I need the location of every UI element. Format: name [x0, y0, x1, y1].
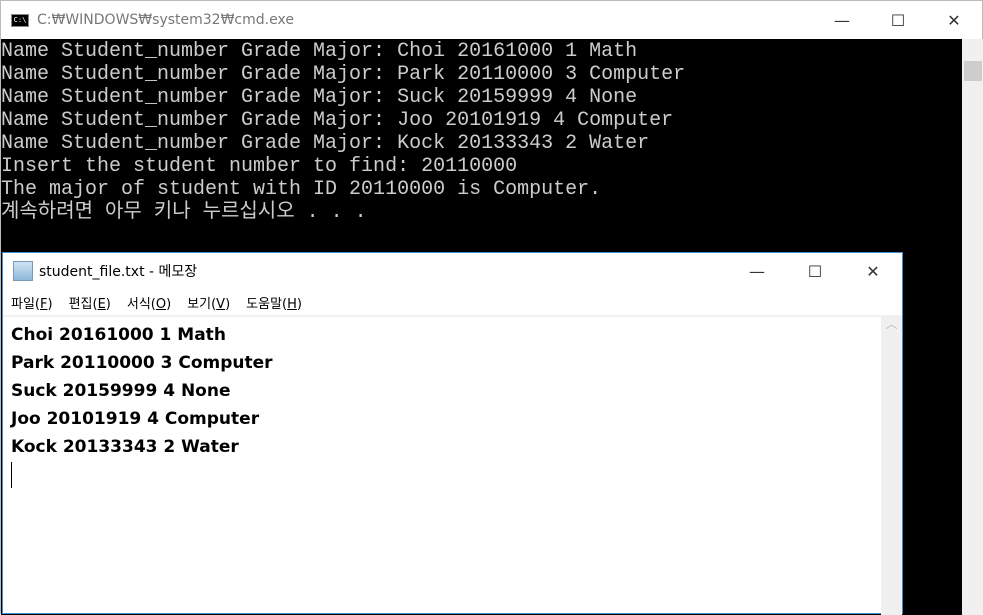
menu-key: H	[287, 296, 297, 312]
console-line: Name Student_number Grade Major: Choi 20…	[1, 40, 638, 63]
cmd-scrollbar[interactable]	[962, 39, 983, 615]
text-line: Joo 20101919 4 Computer	[11, 409, 260, 429]
menu-label: 도움말(	[246, 296, 288, 312]
menu-end: )	[225, 296, 231, 312]
minimize-button[interactable]: —	[814, 1, 870, 39]
menu-end: )	[105, 296, 111, 312]
menu-help[interactable]: 도움말(H)	[246, 293, 302, 312]
menu-key: O	[155, 296, 167, 312]
minimize-button[interactable]: —	[728, 253, 786, 289]
console-line: Name Student_number Grade Major: Park 20…	[1, 63, 686, 86]
maximize-button[interactable]: ☐	[870, 1, 926, 39]
cmd-scroll-thumb[interactable]	[964, 61, 982, 81]
menu-key: E	[97, 296, 106, 312]
cmd-icon: C:\	[11, 13, 29, 27]
menu-label: 파일(	[11, 296, 40, 312]
menu-bar: 파일(F) 편집(E) 서식(O) 보기(V) 도움말(H)	[3, 289, 902, 315]
menu-file[interactable]: 파일(F)	[11, 293, 53, 312]
notepad-scrollbar[interactable]: ︿	[881, 315, 902, 615]
menu-format[interactable]: 서식(O)	[127, 293, 171, 312]
console-line: The major of student with ID 20110000 is…	[1, 178, 602, 201]
menu-end: )	[166, 296, 172, 312]
notepad-title: student_file.txt - 메모장	[39, 264, 198, 280]
menu-key: V	[216, 296, 226, 312]
close-button[interactable]: ✕	[926, 1, 982, 39]
text-line: Suck 20159999 4 None	[11, 381, 231, 401]
menu-view[interactable]: 보기(V)	[187, 293, 230, 312]
menu-label: 편집(	[68, 296, 98, 312]
console-line: Name Student_number Grade Major: Suck 20…	[1, 86, 638, 109]
cmd-title: C:₩WINDOWS₩system32₩cmd.exe	[37, 12, 294, 28]
menu-label: 서식(	[126, 296, 156, 312]
close-button[interactable]: ✕	[844, 253, 902, 289]
text-caret	[11, 462, 12, 488]
text-line: Park 20110000 3 Computer	[11, 353, 273, 373]
text-line: Kock 20133343 2 Water	[11, 437, 239, 457]
console-line: Name Student_number Grade Major: Kock 20…	[1, 132, 650, 155]
console-line: 계속하려면 아무 키나 누르십시오 . . .	[1, 201, 367, 224]
notepad-window: student_file.txt - 메모장 — ☐ ✕ 파일(F) 편집(E)…	[2, 252, 903, 615]
notepad-icon	[13, 261, 33, 281]
menu-end: )	[47, 296, 53, 312]
menu-label: 보기(	[187, 296, 217, 312]
menu-end: )	[296, 296, 302, 312]
scroll-up-icon[interactable]: ︿	[885, 317, 897, 331]
notepad-text-area[interactable]: Choi 20161000 1 Math Park 20110000 3 Com…	[3, 315, 881, 615]
console-line: Name Student_number Grade Major: Joo 201…	[1, 109, 674, 132]
console-line: Insert the student number to find: 20110…	[1, 155, 518, 178]
maximize-button[interactable]: ☐	[786, 253, 844, 289]
text-line: Choi 20161000 1 Math	[11, 325, 226, 345]
menu-edit[interactable]: 편집(E)	[69, 293, 111, 312]
